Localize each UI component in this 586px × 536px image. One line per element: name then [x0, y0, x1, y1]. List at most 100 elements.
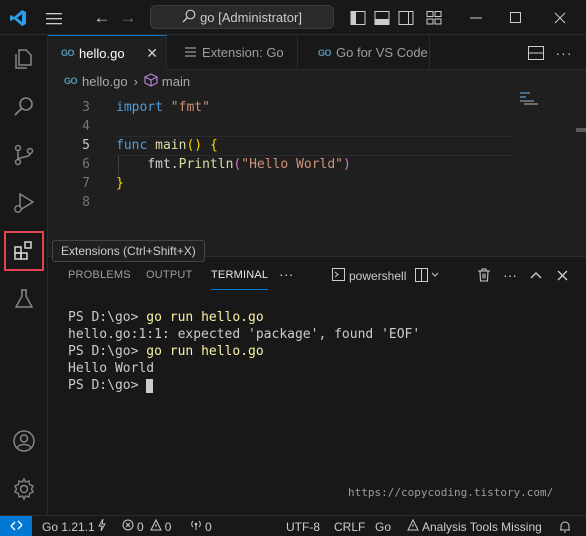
- code-line: 6 fmt.Println("Hello World"): [48, 155, 518, 174]
- customize-layout-icon[interactable]: [424, 8, 444, 28]
- chevron-right-icon: ›: [133, 73, 138, 89]
- tab-label: Go for VS Code: [336, 45, 428, 60]
- command-center-search[interactable]: go [Administrator]: [150, 5, 334, 29]
- line-number: 6: [82, 157, 90, 172]
- code-editor[interactable]: 3 import "fmt" 4 5 func main() { 6 fmt.P…: [48, 92, 586, 256]
- minimize-icon[interactable]: [466, 8, 486, 28]
- terminal-line: Hello World: [68, 361, 155, 376]
- toggle-secondary-sidebar-icon[interactable]: [396, 8, 416, 28]
- toggle-panel-icon[interactable]: [372, 8, 392, 28]
- code-line: 3 import "fmt": [48, 98, 518, 117]
- code-line: 5 func main() {: [48, 136, 518, 155]
- warning-icon: [407, 518, 419, 534]
- editor-tabs: GO hello.go ✕ Extension: Go GO Go for VS…: [48, 35, 586, 70]
- activity-bar: [0, 35, 48, 515]
- error-icon: [122, 519, 134, 534]
- go-file-icon: GO: [64, 76, 78, 86]
- go-file-icon: GO: [61, 48, 75, 58]
- terminal-icon: [332, 267, 345, 284]
- terminal-line: hello.go:1:1: expected 'package', found …: [68, 327, 421, 342]
- extension-page-icon: [185, 45, 196, 60]
- terminal-shell-selector[interactable]: powershell: [332, 265, 406, 286]
- split-terminal-icon[interactable]: [412, 265, 442, 285]
- tab-terminal[interactable]: TERMINAL: [211, 269, 269, 290]
- explorer-icon[interactable]: [0, 35, 48, 83]
- go-version-status[interactable]: Go 1.21.1: [42, 516, 106, 536]
- bottom-panel: PROBLEMS OUTPUT TERMINAL ··· powershell …: [48, 256, 586, 515]
- kill-terminal-trash-icon[interactable]: [474, 265, 494, 285]
- symbol-icon: [144, 72, 158, 90]
- minimap[interactable]: [518, 92, 574, 132]
- eol-status[interactable]: CRLF: [334, 516, 365, 536]
- breadcrumb-symbol[interactable]: main: [162, 74, 190, 89]
- go-file-icon: GO: [318, 47, 332, 58]
- vscode-logo-icon: [8, 8, 28, 28]
- code-line: 7 }: [48, 174, 518, 193]
- search-view-icon[interactable]: [0, 83, 48, 131]
- status-bar: Go 1.21.1 0 0 0 UTF-8 CRLF Go Analysis T…: [0, 515, 586, 536]
- remote-icon: [10, 519, 23, 535]
- back-icon[interactable]: ←: [92, 8, 112, 28]
- line-code: func main() {: [116, 138, 218, 153]
- notifications-bell-icon[interactable]: [559, 516, 571, 536]
- problems-status[interactable]: 0 0: [122, 516, 171, 536]
- toggle-primary-sidebar-icon[interactable]: [348, 8, 368, 28]
- split-editor-icon[interactable]: [526, 43, 546, 63]
- warning-icon: [149, 518, 162, 534]
- run-debug-icon[interactable]: [0, 179, 48, 227]
- menu-icon[interactable]: [44, 8, 64, 28]
- broadcast-icon: [190, 519, 202, 534]
- close-panel-icon[interactable]: [552, 265, 572, 285]
- ports-count: 0: [205, 519, 212, 534]
- tab-extension-go[interactable]: Extension: Go: [167, 35, 298, 70]
- line-number: 3: [82, 100, 90, 115]
- forward-icon[interactable]: →: [118, 8, 138, 28]
- maximize-icon[interactable]: [506, 8, 526, 28]
- line-number: 8: [82, 195, 90, 210]
- encoding-status[interactable]: UTF-8: [286, 516, 320, 536]
- scrollbar-slider[interactable]: [576, 128, 586, 132]
- extensions-icon[interactable]: [0, 227, 48, 275]
- shell-name: powershell: [349, 268, 407, 283]
- terminal-line: PS D:\go>: [68, 377, 420, 394]
- terminal-more-icon[interactable]: ···: [500, 265, 520, 285]
- lightning-icon: [97, 518, 106, 534]
- tab-problems[interactable]: PROBLEMS: [68, 269, 131, 281]
- line-number: 4: [82, 119, 90, 134]
- panel-more-icon[interactable]: ···: [279, 266, 294, 282]
- analysis-tools-status[interactable]: Analysis Tools Missing: [407, 516, 542, 536]
- code-line: 8: [48, 193, 518, 212]
- tab-hello-go[interactable]: GO hello.go ✕: [48, 35, 167, 70]
- line-code: fmt.Println("Hello World"): [147, 157, 351, 172]
- terminal-output[interactable]: PS D:\go> go run hello.go hello.go:1:1: …: [68, 309, 420, 394]
- terminal-line: PS D:\go> go run hello.go: [68, 310, 264, 325]
- line-number: 5: [82, 138, 90, 153]
- line-code: }: [116, 176, 124, 191]
- extensions-tooltip: Extensions (Ctrl+Shift+X): [52, 240, 205, 262]
- tab-output[interactable]: OUTPUT: [146, 269, 192, 281]
- error-count: 0: [137, 519, 144, 534]
- line-number: 7: [82, 176, 90, 191]
- tab-go-for-vscode[interactable]: GO Go for VS Code: [298, 35, 430, 70]
- warning-count: 0: [164, 519, 172, 534]
- more-actions-icon[interactable]: ···: [554, 43, 574, 63]
- terminal-line: PS D:\go> go run hello.go: [68, 344, 264, 359]
- source-control-icon[interactable]: [0, 131, 48, 179]
- maximize-panel-chevron-up-icon[interactable]: [526, 265, 546, 285]
- ports-status[interactable]: 0: [190, 516, 212, 536]
- testing-flask-icon[interactable]: [0, 275, 48, 323]
- search-icon: [182, 9, 196, 26]
- close-window-icon[interactable]: [550, 8, 570, 28]
- search-text: go [Administrator]: [200, 9, 302, 25]
- accounts-icon[interactable]: [0, 417, 48, 465]
- code-line: 4: [48, 117, 518, 136]
- watermark-text: https://copycoding.tistory.com/: [348, 486, 554, 499]
- breadcrumb-file[interactable]: hello.go: [82, 74, 128, 89]
- language-status[interactable]: Go: [375, 516, 391, 536]
- close-tab-icon[interactable]: ✕: [146, 45, 158, 62]
- tab-label: hello.go: [79, 45, 125, 61]
- settings-gear-icon[interactable]: [0, 465, 48, 513]
- title-bar: ← → go [Administrator]: [0, 0, 586, 35]
- remote-indicator[interactable]: [0, 516, 32, 536]
- tab-label: Extension: Go: [202, 45, 284, 60]
